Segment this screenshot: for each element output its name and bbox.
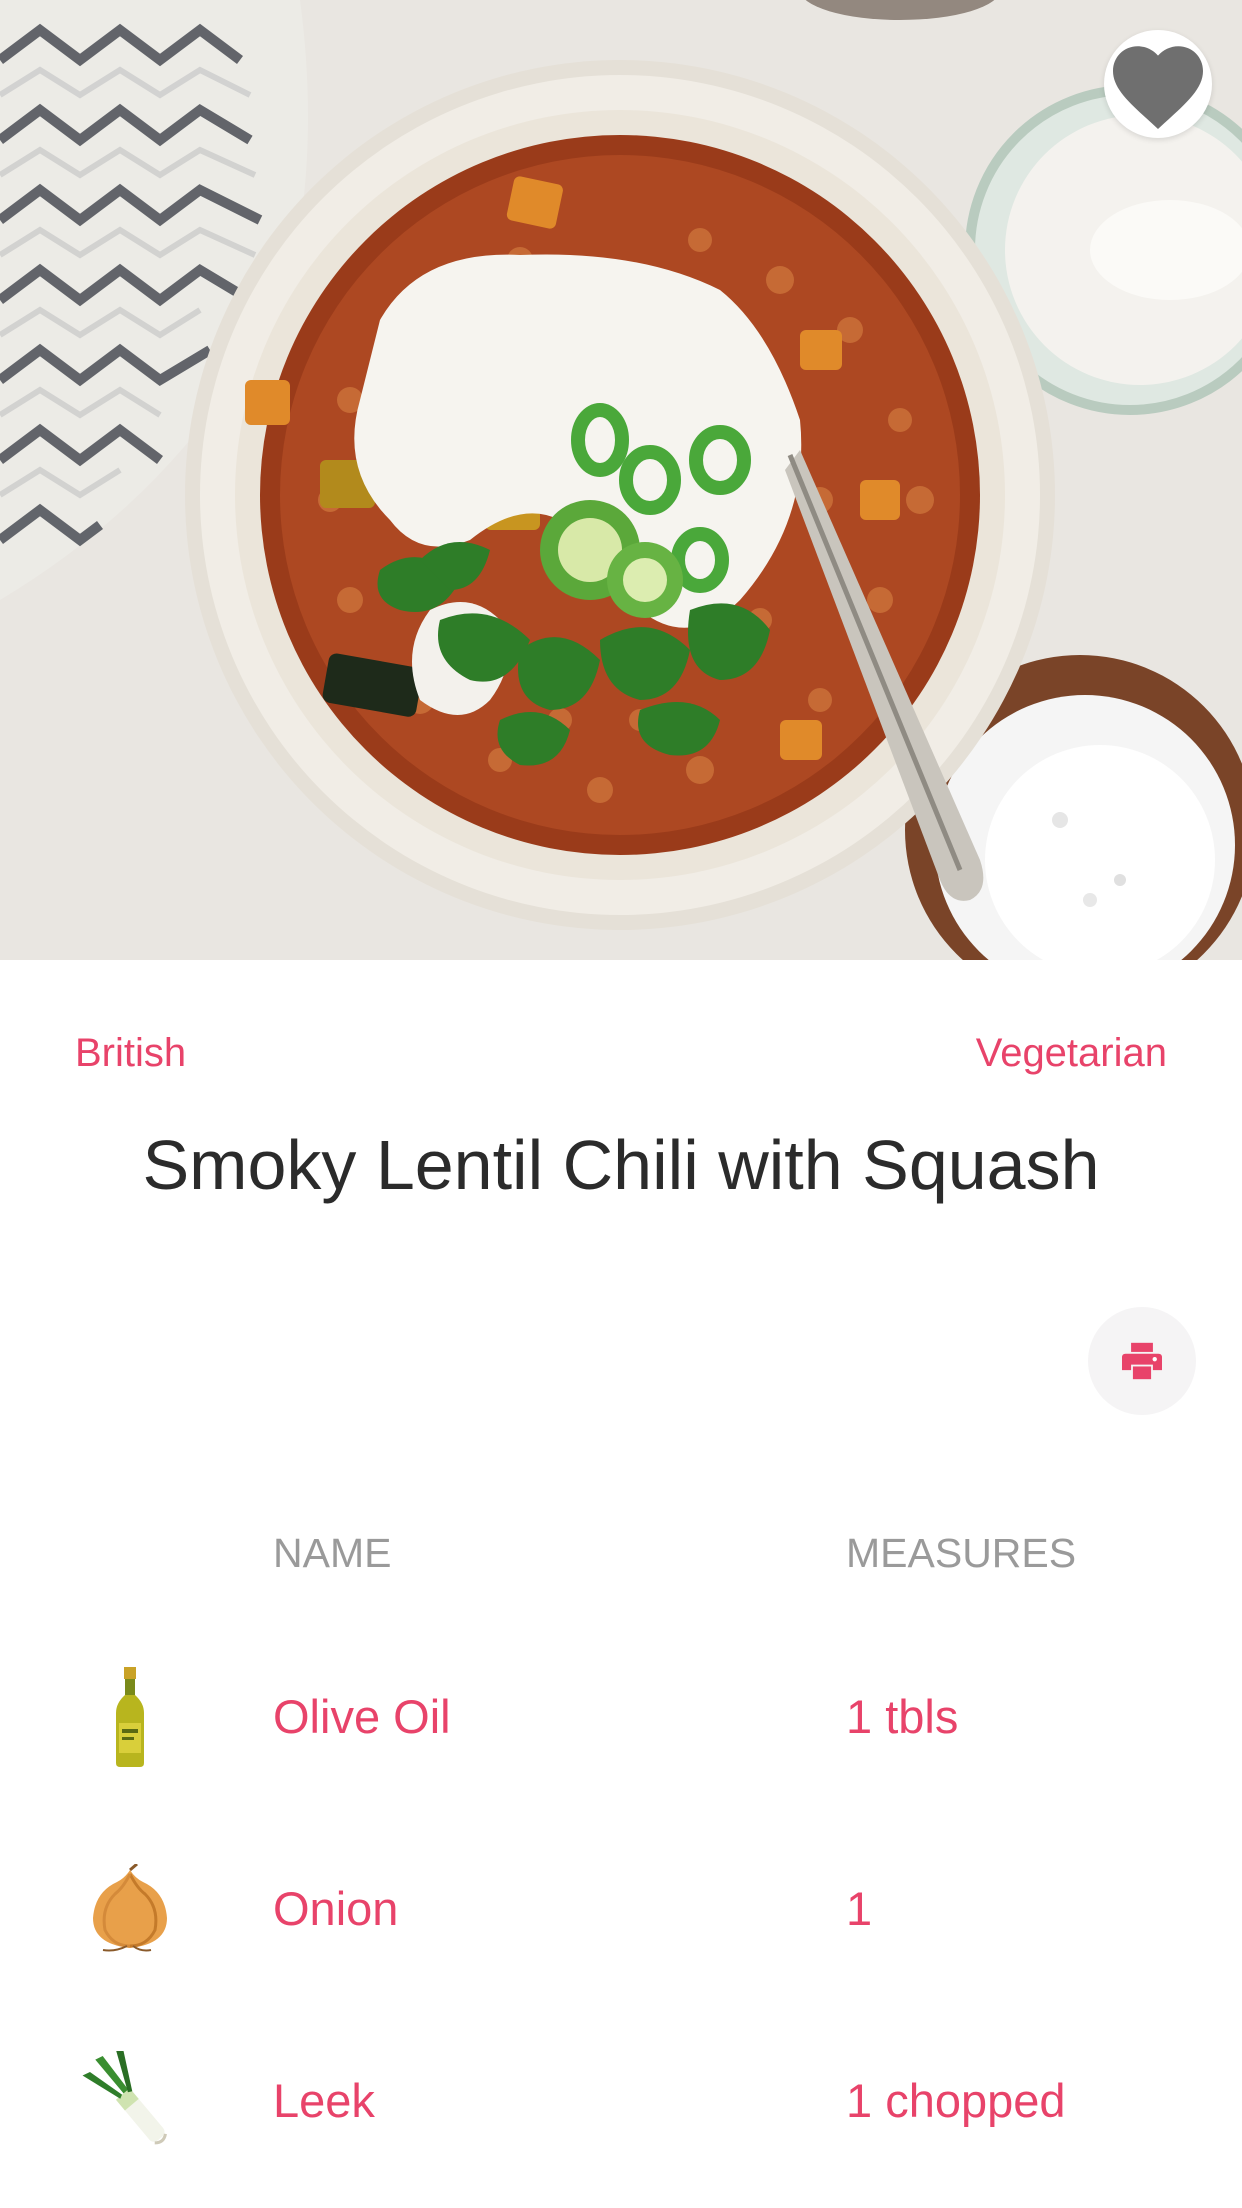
ingredient-measure: 1 chopped bbox=[846, 2074, 1066, 2127]
measures-column-header: MEASURES bbox=[846, 1530, 1077, 1576]
ingredient-measure: 1 tbls bbox=[846, 1690, 959, 1743]
leek-icon bbox=[70, 2051, 190, 2151]
ingredient-row[interactable]: Leek 1 chopped bbox=[0, 2026, 1242, 2176]
ingredients-table-header: NAME MEASURES bbox=[0, 1530, 1242, 1580]
ingredient-name: Onion bbox=[273, 1882, 399, 1935]
heart-icon bbox=[1113, 46, 1203, 129]
ingredient-name: Leek bbox=[273, 2074, 375, 2127]
category-tag[interactable]: British bbox=[75, 1028, 186, 1078]
recipe-title: Smoky Lentil Chili with Squash bbox=[142, 1126, 1100, 1204]
area-tag[interactable]: Vegetarian bbox=[976, 1028, 1167, 1078]
favorite-button[interactable] bbox=[1104, 30, 1212, 138]
ingredient-name: Olive Oil bbox=[273, 1690, 451, 1743]
ingredient-row[interactable]: Onion 1 bbox=[0, 1834, 1242, 1984]
olive-oil-bottle-icon bbox=[70, 1667, 190, 1767]
printer-icon bbox=[1122, 1342, 1162, 1380]
print-button[interactable] bbox=[1088, 1307, 1196, 1415]
ingredient-measure: 1 bbox=[846, 1882, 873, 1935]
ingredient-row[interactable]: Olive Oil 1 tbls bbox=[0, 1642, 1242, 1792]
name-column-header: NAME bbox=[273, 1530, 392, 1576]
recipe-hero-image bbox=[0, 0, 1242, 960]
onion-icon bbox=[70, 1859, 190, 1959]
